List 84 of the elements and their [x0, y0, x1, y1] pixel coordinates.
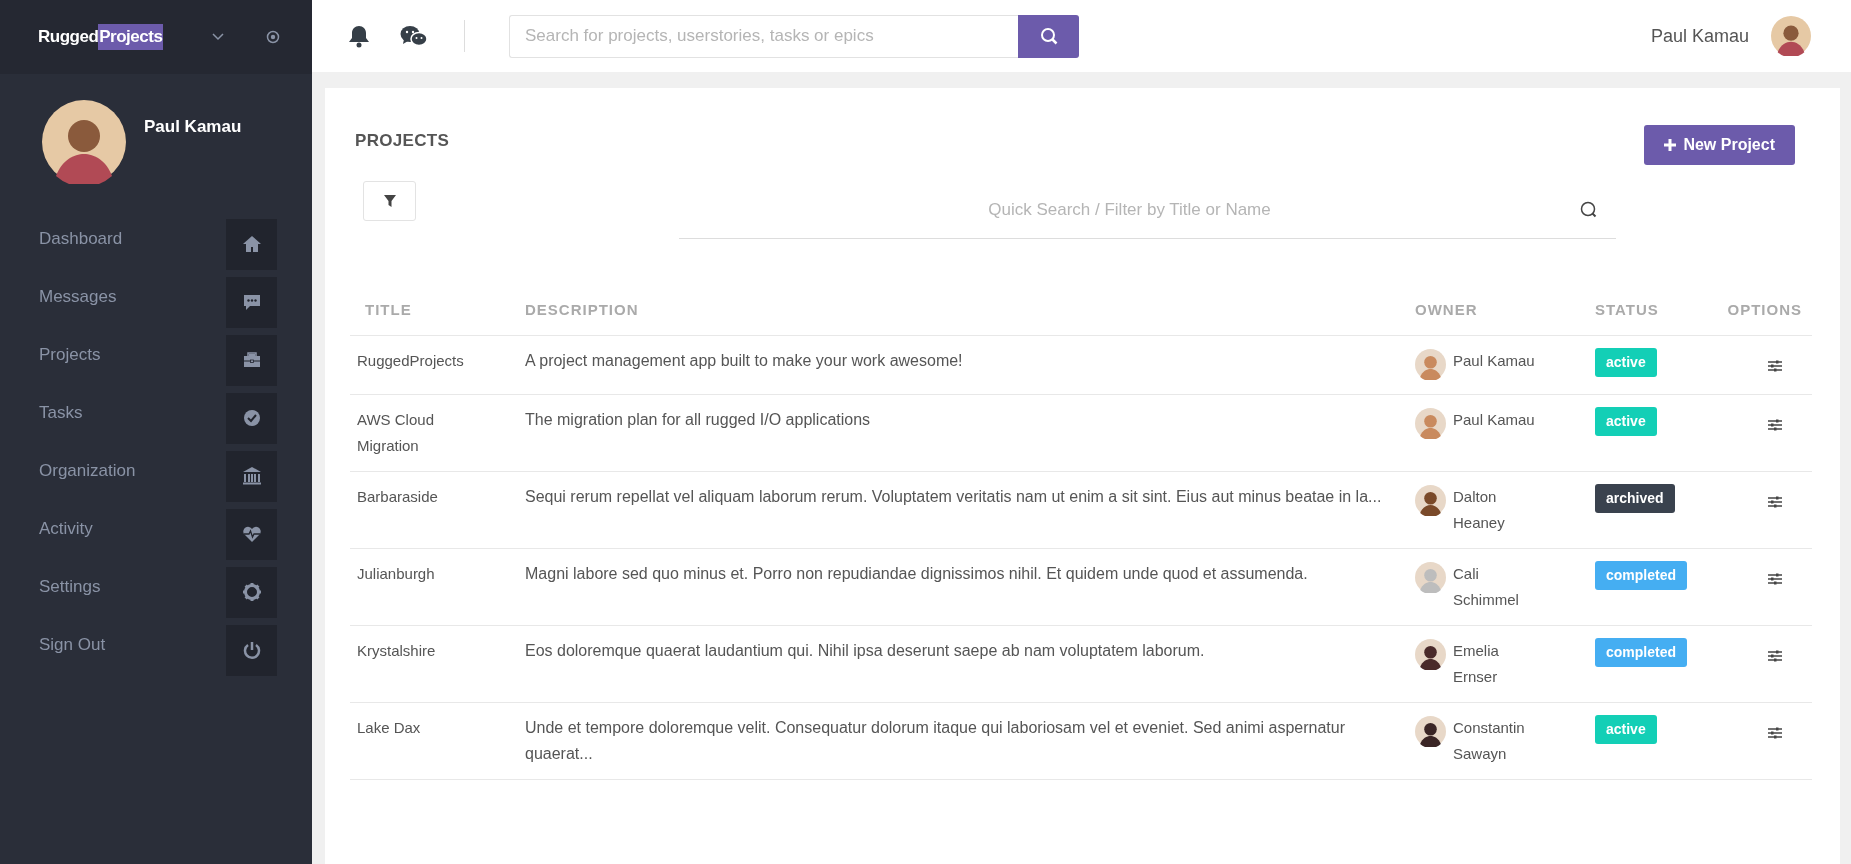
column-header: OPTIONS [1727, 300, 1802, 318]
search-icon[interactable] [1580, 200, 1598, 219]
user-name[interactable]: Paul Kamau [1650, 22, 1749, 50]
owner-name: Constantin Sawayn [1453, 718, 1526, 764]
plus-icon [1664, 139, 1677, 151]
briefcase-icon [241, 350, 262, 370]
heartbeat-icon [241, 524, 262, 544]
check-circle-icon [241, 408, 262, 428]
owner-name: Cali Schimmel [1453, 564, 1520, 610]
nav-link[interactable]: Organization [39, 458, 136, 484]
avatar [1415, 639, 1446, 670]
new-project-button[interactable]: New Project [1644, 125, 1795, 165]
column-header: OWNER [1415, 300, 1478, 318]
search-icon [1039, 27, 1058, 45]
status-badge: completed [1595, 638, 1687, 667]
status-badge: archived [1595, 484, 1675, 513]
sliders-icon[interactable] [1768, 359, 1782, 372]
avatar [1415, 485, 1446, 516]
column-header: DESCRIPTION [525, 300, 639, 318]
nav-link[interactable]: Sign Out [39, 632, 106, 658]
chevron-down-icon[interactable] [212, 33, 224, 41]
avatar [1415, 716, 1446, 747]
nav-icon-button[interactable] [226, 334, 277, 386]
home-icon [241, 234, 262, 254]
nav-link[interactable]: Activity [39, 516, 93, 542]
filter-button[interactable] [363, 181, 416, 221]
project-title[interactable]: RuggedProjects [357, 347, 485, 374]
nav-icon-button[interactable] [226, 450, 277, 502]
avatar [1415, 348, 1446, 380]
message-icon [241, 292, 262, 312]
sliders-icon[interactable] [1768, 573, 1782, 586]
nav-icon-button[interactable] [226, 566, 277, 618]
column-header: STATUS [1595, 300, 1659, 318]
status-badge: completed [1595, 561, 1687, 590]
avatar [1415, 562, 1446, 593]
nav-icon-button[interactable] [226, 624, 277, 676]
filter-icon [383, 195, 396, 207]
filter-search-field[interactable]: Quick Search / Filter by Title or Name [679, 181, 1580, 238]
project-description: Unde et tempore doloremque velit. Consequatur dolorum itaque qui laboriosam vel et eveniet. Sed animi aspernatur quaerat... [525, 718, 1347, 764]
nav-link[interactable]: Dashboard [39, 226, 123, 252]
owner-name: Paul Kamau [1453, 410, 1536, 430]
owner-name: Emelia Ernser [1453, 641, 1500, 687]
sliders-icon[interactable] [1768, 650, 1782, 663]
settings-icon [241, 582, 262, 602]
bank-icon [241, 466, 262, 486]
nav-icon-button[interactable] [226, 508, 277, 560]
nav-link[interactable]: Settings [39, 574, 101, 600]
nav-link[interactable]: Messages [39, 284, 117, 310]
project-description: Sequi rerum repellat vel aliquam laborum rerum. Voluptatem veritatis nam ut enim a sit sint. Eius aut minus beatae in la... [525, 487, 1383, 507]
status-badge: active [1595, 347, 1657, 377]
nav-link[interactable]: Tasks [39, 400, 83, 426]
project-title[interactable]: AWS Cloud Migration [357, 407, 485, 459]
logo-text: Rugged [38, 26, 99, 49]
sliders-icon[interactable] [1768, 419, 1782, 432]
target-icon[interactable] [266, 30, 280, 44]
sliders-icon[interactable] [1768, 727, 1782, 740]
profile-name: Paul Kamau [144, 116, 242, 138]
avatar[interactable] [1771, 16, 1811, 56]
bell-icon[interactable] [348, 24, 370, 48]
project-title[interactable]: Lake Dax [357, 715, 485, 741]
nav-icon-button[interactable] [226, 218, 277, 270]
search-field[interactable]: Search for projects, userstories, tasks or epics [509, 14, 1018, 58]
avatar [1415, 408, 1446, 439]
nav-link[interactable]: Projects [39, 342, 101, 368]
project-title[interactable]: Barbaraside [357, 484, 485, 510]
chat-icon[interactable] [400, 25, 428, 47]
project-description: A project management app built to make your work awesome! [525, 350, 964, 371]
status-badge: active [1595, 407, 1657, 436]
status-badge: active [1595, 715, 1657, 744]
project-title[interactable]: Krystalshire [357, 638, 485, 664]
logo-highlight: Projects [98, 24, 164, 50]
nav-icon-button[interactable] [226, 276, 277, 328]
page-title: PROJECTS [355, 130, 450, 152]
project-description: Magni labore sed quo minus et. Porro non repudiandae dignissimos nihil. Et quidem unde quod et assumenda. [525, 564, 1309, 584]
nav-icon-button[interactable] [226, 392, 277, 444]
search-button[interactable] [1018, 14, 1079, 58]
project-title[interactable]: Julianburgh [357, 561, 485, 587]
owner-name: Paul Kamau [1453, 350, 1536, 371]
sliders-icon[interactable] [1768, 496, 1782, 509]
owner-name: Dalton Heaney [1453, 487, 1506, 533]
project-description: Eos doloremque quaerat laudantium qui. Nihil ipsa deserunt saepe ab nam voluptatem laborum. [525, 641, 1206, 661]
project-description: The migration plan for all rugged I/O applications [525, 410, 872, 430]
power-icon [241, 640, 262, 660]
column-header: TITLE [365, 300, 412, 318]
